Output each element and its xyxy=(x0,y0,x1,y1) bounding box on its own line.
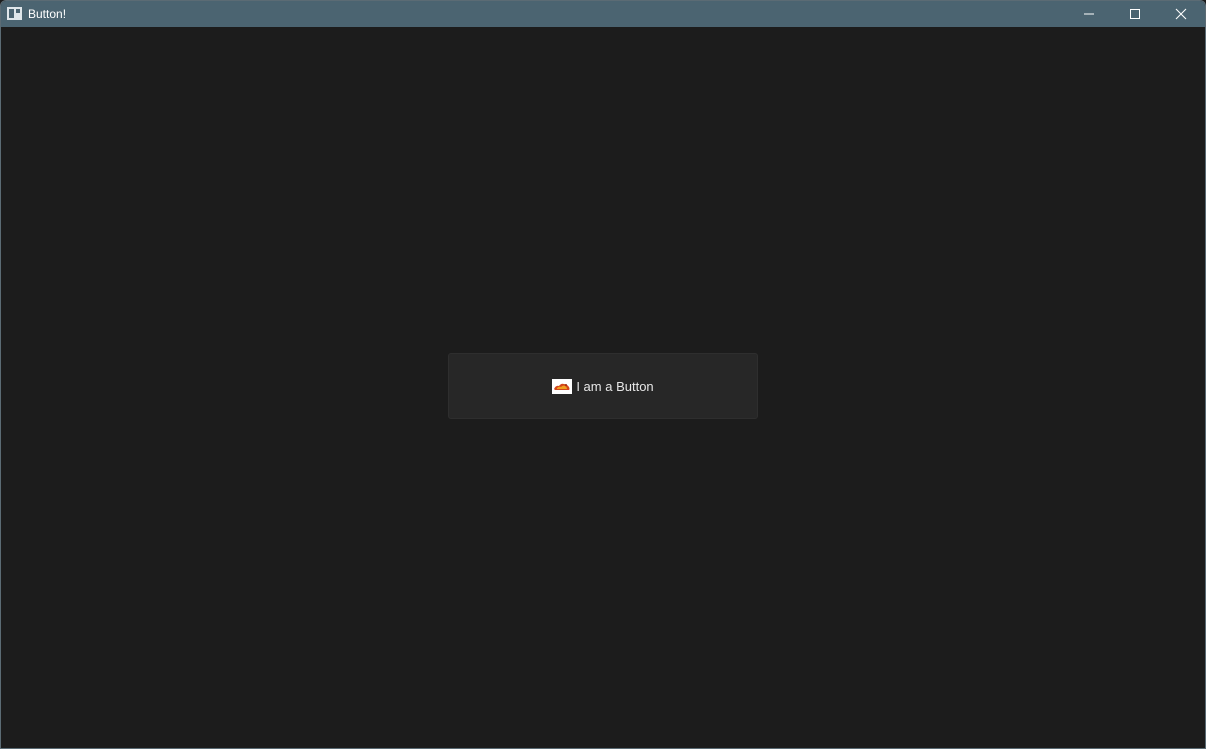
minimize-icon xyxy=(1084,13,1094,15)
client-area: I am a Button xyxy=(1,27,1205,748)
title-bar[interactable]: Button! xyxy=(1,1,1205,27)
window-app-icon xyxy=(7,7,22,20)
window-title: Button! xyxy=(28,7,67,21)
close-icon xyxy=(1175,8,1187,20)
close-button[interactable] xyxy=(1158,1,1204,27)
app-window: Button! I am a Button xyxy=(0,0,1206,749)
button-label: I am a Button xyxy=(576,378,654,394)
main-button[interactable]: I am a Button xyxy=(448,353,758,419)
minimize-button[interactable] xyxy=(1066,1,1112,27)
maximize-button[interactable] xyxy=(1112,1,1158,27)
image-icon xyxy=(552,378,573,394)
maximize-icon xyxy=(1130,9,1140,19)
